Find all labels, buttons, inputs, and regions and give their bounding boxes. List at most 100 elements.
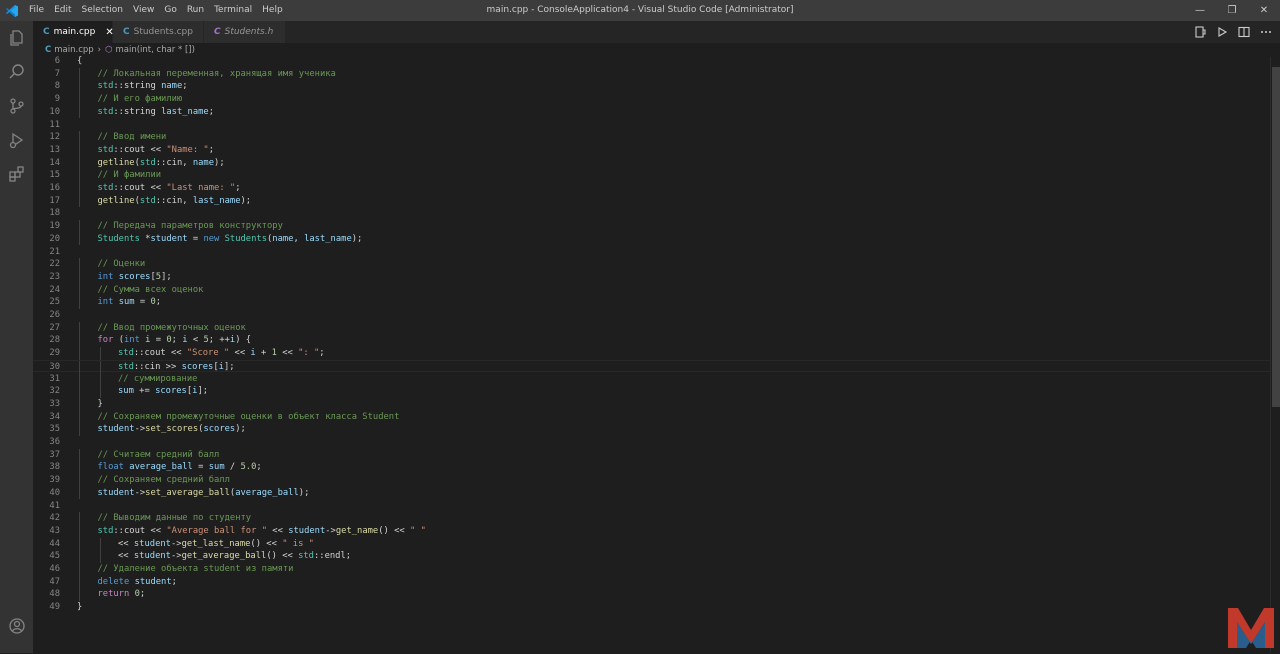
menu-item[interactable]: Terminal xyxy=(209,0,257,21)
code-line[interactable]: 26 xyxy=(33,309,1270,322)
source-control-icon[interactable] xyxy=(0,89,33,122)
code-line[interactable]: 24 // Сумма всех оценок xyxy=(33,283,1270,297)
tab-main-cpp[interactable]: C main.cpp ✕ xyxy=(33,21,114,43)
breadcrumb-symbol[interactable]: main(int, char * []) xyxy=(115,45,194,55)
line-number: 17 xyxy=(49,195,60,206)
menu-item[interactable]: Run xyxy=(182,0,209,21)
code-line[interactable]: 42 // Выводим данные по студенту xyxy=(33,512,1270,525)
code-line[interactable]: 20 Students *student = new Students(name,… xyxy=(33,232,1270,246)
menu-item[interactable]: Edit xyxy=(49,0,76,21)
code-line[interactable]: 30 std::cin >> scores[i]; xyxy=(33,359,1270,374)
more-icon[interactable] xyxy=(1260,23,1272,42)
code-line[interactable]: 48 return 0; xyxy=(33,588,1270,602)
code-line[interactable]: 7 // Локальная переменная, хранящая имя у… xyxy=(33,67,1270,81)
code-line[interactable]: 8 std::string name; xyxy=(33,80,1270,94)
code-line[interactable]: 40 student->set_average_ball(average_ball… xyxy=(33,486,1270,500)
menu-item[interactable]: Go xyxy=(159,0,181,21)
line-number: 15 xyxy=(49,170,60,181)
line-number: 40 xyxy=(49,487,60,498)
accounts-icon[interactable] xyxy=(0,609,33,642)
menu-item[interactable]: Help xyxy=(257,0,288,21)
extensions-icon[interactable] xyxy=(0,157,33,190)
code-line[interactable]: 49} xyxy=(33,601,1270,614)
code-line[interactable]: 31 // суммирование xyxy=(33,372,1270,386)
code-line[interactable]: 46 // Удаление объекта student из памяти xyxy=(33,563,1270,576)
line-number: 38 xyxy=(49,462,60,473)
code-line[interactable]: 44 << student->get_last_name() << " is " xyxy=(33,537,1270,551)
code-line[interactable]: 17 getline(std::cin, last_name); xyxy=(33,194,1270,208)
code-line[interactable]: 16 std::cout << "Last name: "; xyxy=(33,182,1270,195)
restore-icon[interactable]: ❐ xyxy=(1216,0,1248,21)
code-line[interactable]: 33} xyxy=(33,397,1270,411)
run-debug-icon[interactable] xyxy=(0,123,33,156)
code-token: set_average_ball xyxy=(145,487,230,498)
run-icon[interactable] xyxy=(1216,23,1228,42)
code-line[interactable]: 23 int scores[5]; xyxy=(33,270,1270,284)
scrollbar-thumb[interactable] xyxy=(1272,67,1280,407)
code-token: " " xyxy=(410,525,426,536)
code-token: std xyxy=(97,144,114,155)
code-token: = xyxy=(134,297,151,308)
code-line[interactable]: 47 delete student; xyxy=(33,575,1270,589)
search-icon[interactable] xyxy=(0,55,33,88)
code-line[interactable]: 10 std::string last_name; xyxy=(33,105,1270,119)
code-line[interactable]: 35 student->set_scores(scores); xyxy=(33,423,1270,436)
code-line[interactable]: 38 float average_ball = sum / 5.0; xyxy=(33,461,1270,475)
indent-guide xyxy=(79,131,80,144)
code-token: // Сохраняем средний балл xyxy=(97,475,230,486)
code-line[interactable]: 15 // И фамилии xyxy=(33,169,1270,182)
code-line[interactable]: 18 xyxy=(33,207,1270,220)
code-line[interactable]: 25 int sum = 0; xyxy=(33,296,1270,309)
explorer-icon[interactable] xyxy=(0,21,33,54)
code-line[interactable]: 37 // Считаем средний балл xyxy=(33,448,1270,462)
breadcrumb-file[interactable]: main.cpp xyxy=(54,45,93,55)
code-line[interactable]: 14 getline(std::cin, name); xyxy=(33,156,1270,170)
vertical-scrollbar[interactable] xyxy=(1270,57,1280,653)
code-token: // Оценки xyxy=(97,259,146,270)
code-token: sum xyxy=(208,462,225,473)
code-line[interactable]: 32 sum += scores[i]; xyxy=(33,385,1270,398)
code-text: // Сохраняем промежуточные оценки в объе… xyxy=(98,411,400,424)
m-logo-icon xyxy=(1226,604,1276,650)
code-token: last_name xyxy=(192,195,241,206)
code-line[interactable]: 12 // Ввод имени xyxy=(33,131,1270,144)
code-token: } xyxy=(77,602,83,613)
code-line[interactable]: 34 // Сохраняем промежуточные оценки в об… xyxy=(33,410,1270,424)
code-token: ; xyxy=(256,462,262,473)
menu-item[interactable]: View xyxy=(128,0,159,21)
code-line[interactable]: 11 xyxy=(33,119,1270,132)
menu-item[interactable]: Selection xyxy=(77,0,128,21)
code-line[interactable]: 39 // Сохраняем средний балл xyxy=(33,474,1270,487)
code-token: () << xyxy=(378,525,411,536)
code-line[interactable]: 45 << student->get_average_ball() << std:… xyxy=(33,550,1270,563)
code-line[interactable]: 29 std::cout << "Score " << i + 1 << ": "… xyxy=(33,347,1270,360)
code-token: scores xyxy=(203,424,236,435)
split-preview-icon[interactable] xyxy=(1194,23,1206,42)
code-line[interactable]: 19 // Передача параметров конструктору xyxy=(33,220,1270,233)
minimize-icon[interactable]: — xyxy=(1184,0,1216,21)
code-line[interactable]: 41 xyxy=(33,500,1270,513)
code-line[interactable]: 9 // И его фамилию xyxy=(33,93,1270,106)
code-text: std::cout << "Score " << i + 1 << ": "; xyxy=(118,347,325,360)
code-line[interactable]: 36 xyxy=(33,436,1270,449)
code-token: ; xyxy=(139,589,146,600)
code-line[interactable]: 28 for (int i = 0; i < 5; ++i) { xyxy=(33,334,1270,348)
code-line[interactable]: 43 std::cout << "Average ball for " << st… xyxy=(33,524,1270,538)
line-number: 36 xyxy=(49,437,60,447)
code-editor[interactable]: 6{7// Локальная переменная, хранящая имя… xyxy=(33,55,1270,653)
split-editor-icon[interactable] xyxy=(1238,23,1250,42)
line-number: 26 xyxy=(49,310,60,320)
menu-item[interactable]: File xyxy=(24,0,49,21)
tab-students-cpp[interactable]: C Students.cpp xyxy=(113,21,204,43)
code-text: // Сумма всех оценок xyxy=(98,284,204,297)
close-icon[interactable]: ✕ xyxy=(1248,0,1280,21)
tab-students-h[interactable]: C Students.h xyxy=(204,21,286,43)
code-token: + xyxy=(255,348,272,359)
code-line[interactable]: 13 std::cout << "Name: "; xyxy=(33,143,1270,157)
code-token: << xyxy=(118,538,134,549)
activity-bar xyxy=(0,21,33,653)
code-line[interactable]: 21 xyxy=(33,246,1270,259)
code-line[interactable]: 22 // Оценки xyxy=(33,258,1270,271)
code-line[interactable]: 27 // Ввод промежуточных оценок xyxy=(33,321,1270,335)
code-line[interactable]: 6{ xyxy=(33,55,1270,68)
